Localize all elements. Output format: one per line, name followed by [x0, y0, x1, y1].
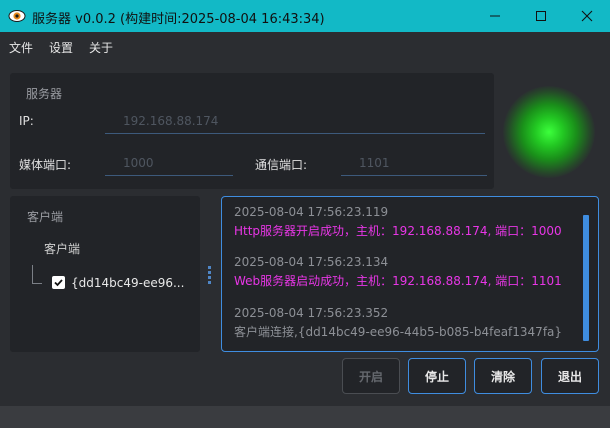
media-port-input[interactable] — [105, 150, 233, 176]
ip-input[interactable] — [105, 108, 485, 134]
window-title: 服务器 v0.0.2 (构建时间:2025-08-04 16:43:34) — [32, 12, 325, 27]
client-tree-root[interactable]: 客户端 — [44, 240, 80, 257]
menu-settings[interactable]: 设置 — [49, 39, 73, 56]
minimize-icon — [490, 15, 500, 17]
start-button[interactable]: 开启 — [342, 358, 400, 394]
menu-about[interactable]: 关于 — [89, 39, 113, 56]
log-message: 客户端连接,{dd14bc49-ee96-44b5-b085-b4feaf134… — [234, 325, 563, 339]
server-panel: 服务器 IP: 媒体端口: 通信端口: — [10, 73, 494, 189]
title-bar[interactable]: 服务器 v0.0.2 (构建时间:2025-08-04 16:43:34) — [0, 0, 610, 32]
log-timestamp: 2025-08-04 17:56:23.119 — [234, 205, 389, 219]
close-icon — [581, 10, 593, 22]
log-message: Http服务器开启成功，主机：192.168.88.174, 端口：1000 — [234, 224, 562, 238]
log-timestamp: 2025-08-04 17:56:23.134 — [234, 255, 389, 269]
media-port-label: 媒体端口: — [19, 158, 72, 172]
maximize-icon — [536, 11, 546, 21]
log-panel: 2025-08-04 17:56:23.119 Http服务器开启成功，主机：1… — [221, 196, 599, 352]
status-led-indicator — [503, 86, 595, 178]
minimize-button[interactable] — [472, 0, 518, 32]
client-checkbox[interactable] — [52, 276, 65, 289]
status-bar — [0, 406, 610, 428]
log-timestamp: 2025-08-04 17:56:23.352 — [234, 306, 389, 320]
comm-port-input[interactable] — [341, 150, 487, 176]
splitter-handle[interactable] — [208, 266, 212, 284]
log-message: Web服务器启动成功，主机：192.168.88.174, 端口：1101 — [234, 274, 562, 288]
exit-button[interactable]: 退出 — [541, 358, 599, 394]
client-group-label: 客户端 — [27, 210, 64, 224]
menu-file[interactable]: 文件 — [9, 39, 33, 56]
log-scrollbar[interactable] — [583, 215, 589, 341]
tree-branch-line — [32, 265, 33, 283]
stop-button[interactable]: 停止 — [408, 358, 466, 394]
menu-bar: 文件 设置 关于 — [0, 32, 610, 62]
close-button[interactable] — [564, 0, 610, 32]
tree-branch-line — [32, 283, 42, 284]
client-tree-item-label[interactable]: {dd14bc49-ee96... — [71, 276, 184, 290]
server-group-label: 服务器 — [26, 87, 63, 101]
checkmark-icon — [54, 279, 63, 287]
maximize-button[interactable] — [518, 0, 564, 32]
comm-port-label: 通信端口: — [255, 158, 308, 172]
eye-app-icon — [8, 10, 26, 22]
ip-label: IP: — [19, 114, 34, 128]
client-panel: 客户端 客户端 {dd14bc49-ee96... — [10, 196, 200, 352]
clear-button[interactable]: 清除 — [474, 358, 532, 394]
